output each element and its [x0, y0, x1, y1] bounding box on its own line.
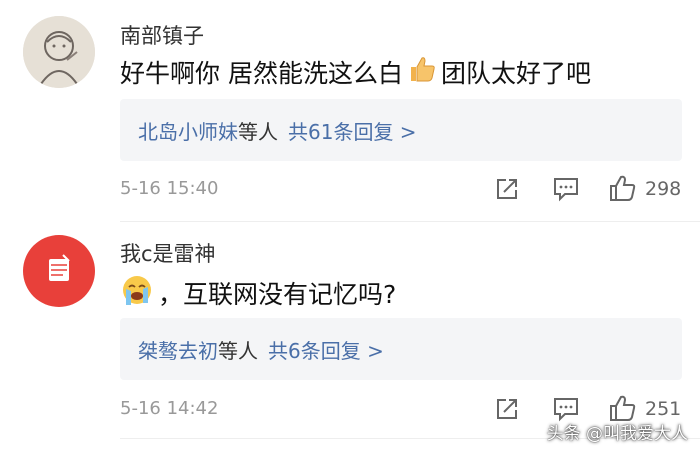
reply-connector: 等人 — [218, 338, 258, 363]
timestamp: 5-16 14:42 — [120, 398, 219, 419]
crying-face-icon — [120, 273, 154, 313]
reply-names[interactable]: 北岛小师妹 — [138, 116, 238, 145]
reply-connector: 等人 — [238, 119, 278, 144]
comment-text-part: ，互联网没有记忆吗? — [158, 280, 397, 309]
avatar-illustration-icon — [49, 254, 70, 281]
like-icon[interactable] — [608, 173, 638, 207]
share-icon[interactable] — [494, 176, 520, 206]
avatar[interactable] — [23, 16, 95, 88]
watermark-text: 头条 @叫我爱大人 — [546, 424, 688, 444]
comment-text: ，互联网没有记忆吗? — [120, 273, 396, 313]
timestamp: 5-16 15:40 — [120, 178, 219, 199]
reply-count-link[interactable]: 共61条回复 > — [288, 116, 417, 145]
reply-names[interactable]: 桀骜去初 — [138, 335, 218, 364]
avatar-illustration-icon — [23, 16, 95, 88]
comment-icon[interactable] — [552, 176, 580, 206]
reply-summary[interactable]: 北岛小师妹 等人 共61条回复 > — [120, 99, 682, 161]
thumbs-up-icon — [407, 54, 437, 90]
comment-text: 好牛啊你 居然能洗这么白 团队太好了吧 — [120, 54, 591, 90]
like-count: 251 — [645, 398, 682, 420]
comment-text-part: 好牛啊你 居然能洗这么白 — [120, 59, 403, 88]
avatar[interactable] — [23, 235, 95, 307]
comment-text-part: 团队太好了吧 — [440, 59, 591, 88]
like-count: 298 — [645, 178, 682, 200]
reply-summary[interactable]: 桀骜去初 等人 共6条回复 > — [120, 318, 682, 380]
comment-item: 南部镇子 好牛啊你 居然能洗这么白 团队太好了吧 北岛小师妹 等人 共61条回复… — [0, 0, 700, 220]
username[interactable]: 南部镇子 — [120, 20, 204, 50]
reply-count-link[interactable]: 共6条回复 > — [268, 335, 384, 364]
divider — [120, 221, 700, 222]
username[interactable]: 我c是雷神 — [120, 238, 216, 268]
share-icon[interactable] — [494, 396, 520, 426]
